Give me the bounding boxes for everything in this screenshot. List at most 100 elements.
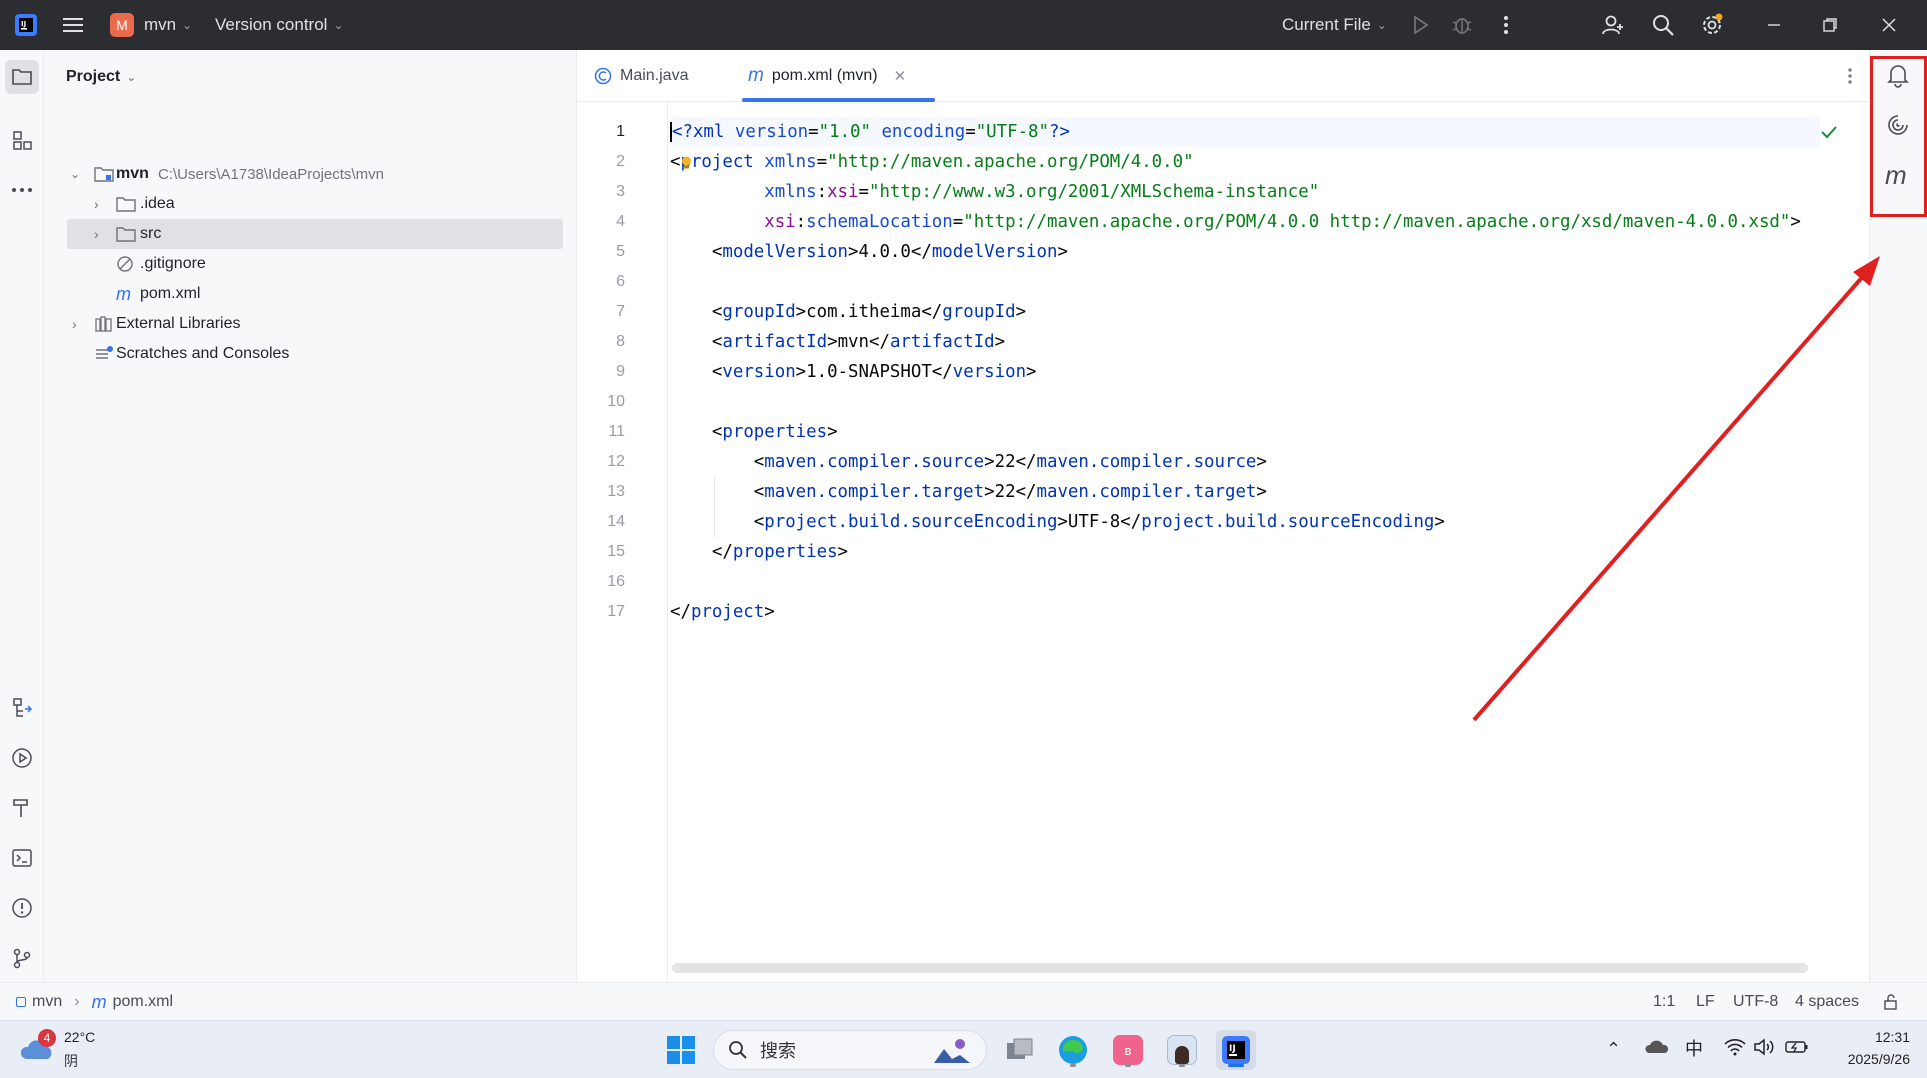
onedrive-icon[interactable] — [1645, 1039, 1669, 1060]
run-config-selector[interactable]: Current File ⌄ — [1282, 0, 1387, 50]
clock-date[interactable]: 2025/9/26 — [1820, 1051, 1910, 1067]
main-menu-icon[interactable] — [62, 15, 84, 35]
bilibili-app-icon: ʙ — [1113, 1035, 1143, 1065]
running-indicator — [1070, 1064, 1076, 1067]
tab-main-java[interactable]: Main.java — [594, 50, 688, 102]
code-with-me-icon[interactable] — [1601, 13, 1625, 37]
project-name: mvn — [144, 15, 177, 34]
module-icon — [16, 997, 26, 1007]
chevron-right-icon[interactable]: › — [94, 226, 99, 242]
project-badge: M — [110, 13, 134, 37]
left-tool-strip — [0, 50, 44, 982]
read-only-lock-icon[interactable] — [1882, 993, 1900, 1011]
close-window-icon[interactable] — [1877, 13, 1901, 37]
status-bar: mvn › m pom.xml 1:1 LF UTF-8 4 spaces — [0, 982, 1927, 1020]
more-tool-windows-button[interactable] — [8, 176, 36, 204]
search-icon[interactable] — [1651, 13, 1675, 37]
intellij-logo-icon[interactable]: IJ — [14, 13, 38, 37]
avatar-app-icon — [1167, 1035, 1197, 1065]
vcs-label: Version control — [215, 15, 328, 34]
minimize-window-icon[interactable] — [1762, 13, 1786, 37]
line-separator[interactable]: LF — [1696, 983, 1715, 1021]
run-circle-icon — [12, 748, 32, 768]
terminal-icon — [12, 849, 32, 867]
code-line-9: <version>1.0-SNAPSHOT</version> — [711, 362, 1037, 382]
chevron-down-icon[interactable]: ⌄ — [70, 167, 80, 181]
structure-tool-button[interactable] — [8, 126, 36, 154]
wifi-icon[interactable] — [1724, 1038, 1746, 1061]
tree-node-idea[interactable]: › .idea — [44, 189, 577, 219]
battery-icon[interactable] — [1785, 1039, 1809, 1060]
tree-node-pom[interactable]: m pom.xml — [44, 279, 577, 309]
services-tool-button[interactable] — [8, 694, 36, 722]
svg-text:IJ: IJ — [1229, 1044, 1236, 1054]
caret-position[interactable]: 1:1 — [1653, 983, 1675, 1021]
volume-icon[interactable] — [1753, 1038, 1775, 1061]
indent-setting[interactable]: 4 spaces — [1795, 983, 1859, 1021]
bilibili-taskbar-button[interactable]: ʙ — [1108, 1030, 1148, 1070]
close-tab-icon[interactable]: ✕ — [894, 67, 907, 85]
file-encoding[interactable]: UTF-8 — [1733, 983, 1778, 1021]
folder-icon — [12, 69, 32, 85]
intellij-taskbar-button[interactable]: IJ — [1216, 1030, 1256, 1070]
project-tool-button[interactable] — [5, 60, 39, 94]
maven-file-icon: m — [91, 991, 107, 1012]
tree-node-gitignore[interactable]: .gitignore — [44, 249, 577, 279]
project-switcher[interactable]: M mvn ⌄ — [110, 0, 192, 50]
weather-widget[interactable]: 4 — [20, 1029, 56, 1065]
tab-label: pom.xml (mvn) — [771, 67, 878, 84]
taskbar-search-box[interactable]: 搜索 — [713, 1030, 987, 1070]
intention-bulb-icon[interactable] — [681, 155, 692, 169]
hammer-icon — [13, 799, 28, 817]
task-view-icon — [1007, 1038, 1033, 1059]
tab-pom-xml[interactable]: m pom.xml (mvn) ✕ — [738, 50, 940, 102]
more-actions-icon[interactable] — [1494, 13, 1518, 37]
tree-node-external-libraries[interactable]: › External Libraries — [44, 309, 577, 339]
git-tool-button[interactable] — [8, 944, 36, 972]
edge-taskbar-button[interactable] — [1053, 1030, 1093, 1070]
breadcrumb-item[interactable]: mvn — [32, 993, 62, 1011]
no-problems-check-icon[interactable] — [1820, 124, 1838, 140]
breadcrumb: mvn › m pom.xml — [16, 983, 173, 1021]
line-number: 3 — [616, 183, 625, 200]
problems-tool-button[interactable] — [8, 894, 36, 922]
project-view-selector[interactable]: Project ⌄ — [66, 68, 136, 86]
build-tool-button[interactable] — [8, 794, 36, 822]
chevron-down-icon: ⌄ — [126, 70, 137, 84]
running-indicator — [1125, 1064, 1131, 1067]
line-number: 5 — [616, 243, 625, 260]
line-number: 7 — [616, 303, 625, 320]
run-icon[interactable] — [1408, 13, 1432, 37]
tab-actions-icon[interactable] — [1840, 64, 1860, 88]
line-number: 16 — [607, 573, 625, 590]
weather-badge: 4 — [38, 1029, 56, 1047]
editor-tab-bar: Main.java m pom.xml (mvn) ✕ — [578, 50, 1869, 102]
run-tool-button[interactable] — [8, 744, 36, 772]
clock-time[interactable]: 12:31 — [1820, 1029, 1910, 1045]
restore-window-icon[interactable] — [1818, 13, 1842, 37]
app-taskbar-button[interactable] — [1162, 1030, 1202, 1070]
ime-indicator[interactable]: 中 — [1685, 1035, 1703, 1061]
tree-node-scratches[interactable]: Scratches and Consoles — [44, 339, 577, 369]
tree-node-src[interactable]: › src — [67, 219, 563, 249]
line-number: 10 — [607, 393, 625, 410]
chevron-up-icon[interactable]: ⌃ — [1606, 1039, 1621, 1060]
chevron-right-icon[interactable]: › — [94, 196, 99, 212]
library-icon — [95, 316, 112, 332]
code-line-17: </project> — [670, 602, 775, 622]
line-number: 12 — [607, 453, 625, 470]
task-view-button[interactable] — [1000, 1030, 1040, 1070]
windows-start-button[interactable] — [661, 1030, 701, 1070]
tree-node-root[interactable]: ⌄ mvn C:\Users\A1738\IdeaProjects\mvn — [44, 159, 577, 189]
terminal-tool-button[interactable] — [8, 844, 36, 872]
debug-icon[interactable] — [1450, 13, 1474, 37]
tree-path: C:\Users\A1738\IdeaProjects\mvn — [158, 165, 384, 183]
java-class-icon — [594, 67, 612, 85]
code-line-15: </properties> — [711, 542, 849, 562]
line-number: 13 — [607, 483, 625, 500]
breadcrumb-item[interactable]: pom.xml — [113, 993, 173, 1011]
settings-icon[interactable] — [1700, 13, 1724, 37]
horizontal-scrollbar[interactable] — [672, 963, 1808, 973]
chevron-right-icon[interactable]: › — [72, 316, 77, 332]
vcs-widget[interactable]: Version control ⌄ — [215, 0, 344, 50]
